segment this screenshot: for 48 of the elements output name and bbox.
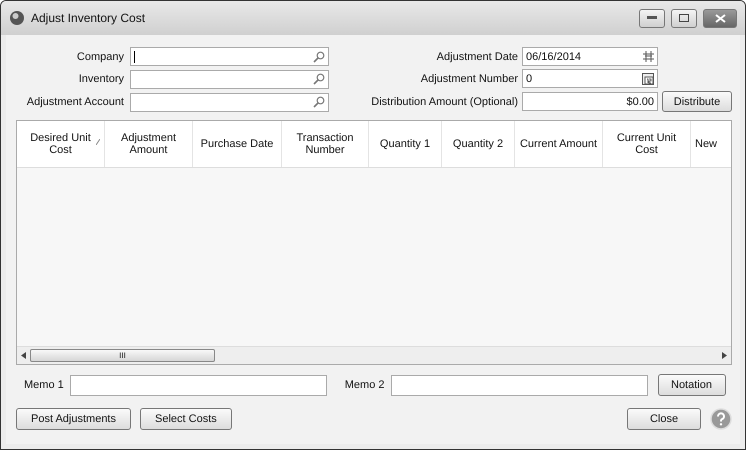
lookup-field[interactable] xyxy=(130,92,329,112)
scroll-right-icon[interactable] xyxy=(722,352,727,359)
distribute-button[interactable]: Distribute xyxy=(662,91,732,112)
amount-field[interactable]: $0.00 xyxy=(522,92,658,111)
field-label: Memo 1 xyxy=(24,379,64,391)
calendar-icon[interactable] xyxy=(642,72,654,84)
search-icon[interactable] xyxy=(313,73,325,86)
close-icon xyxy=(714,14,726,22)
search-icon[interactable] xyxy=(313,50,325,63)
field-label: Adjustment Date xyxy=(436,50,518,62)
column-header[interactable]: Current Unit Cost xyxy=(603,121,691,167)
notation-button[interactable]: Notation xyxy=(658,374,726,396)
column-header[interactable]: Quantity 2 xyxy=(442,121,515,167)
date-field[interactable]: 06/16/2014 xyxy=(522,47,658,66)
column-header[interactable]: Quantity 1 xyxy=(369,121,442,167)
column-header[interactable]: Purchase Date xyxy=(193,121,282,167)
memo-field[interactable] xyxy=(70,374,327,396)
help-icon[interactable] xyxy=(710,408,732,430)
action-button[interactable]: Post Adjustments xyxy=(16,408,131,430)
minimize-icon xyxy=(647,16,657,20)
column-header[interactable]: New xyxy=(691,121,731,167)
column-header[interactable]: Transaction Number xyxy=(282,121,369,167)
field-label: Inventory xyxy=(78,73,124,86)
app-logo-icon xyxy=(9,10,25,26)
field-label: Memo 2 xyxy=(344,379,384,391)
number-field[interactable]: 0 xyxy=(522,69,658,88)
horizontal-scrollbar[interactable]: III xyxy=(17,346,731,364)
scroll-left-icon[interactable] xyxy=(21,352,26,359)
field-label: Company xyxy=(76,50,124,63)
close-button[interactable] xyxy=(703,8,737,28)
maximize-icon xyxy=(679,14,689,22)
column-header[interactable]: Desired Unit Cost xyxy=(17,121,105,167)
lookup-field[interactable] xyxy=(130,70,329,89)
column-header[interactable]: Current Amount xyxy=(515,121,603,167)
action-button[interactable]: Select Costs xyxy=(140,408,232,430)
scroll-thumb[interactable]: III xyxy=(30,349,215,362)
calendar-grid-icon[interactable] xyxy=(643,51,654,62)
field-label: Adjustment Number xyxy=(420,72,518,84)
search-icon[interactable] xyxy=(313,96,325,108)
column-header[interactable]: Adjustment Amount xyxy=(105,121,193,167)
field-label: Distribution Amount (Optional) xyxy=(370,96,518,108)
close-dialog-button[interactable]: Close xyxy=(627,408,701,430)
field-label: Adjustment Account xyxy=(26,96,124,108)
memo-field[interactable] xyxy=(390,374,648,396)
maximize-button[interactable] xyxy=(671,8,697,28)
minimize-button[interactable] xyxy=(639,8,665,28)
lookup-field[interactable] xyxy=(130,47,329,66)
window-title: Adjust Inventory Cost xyxy=(31,11,146,25)
